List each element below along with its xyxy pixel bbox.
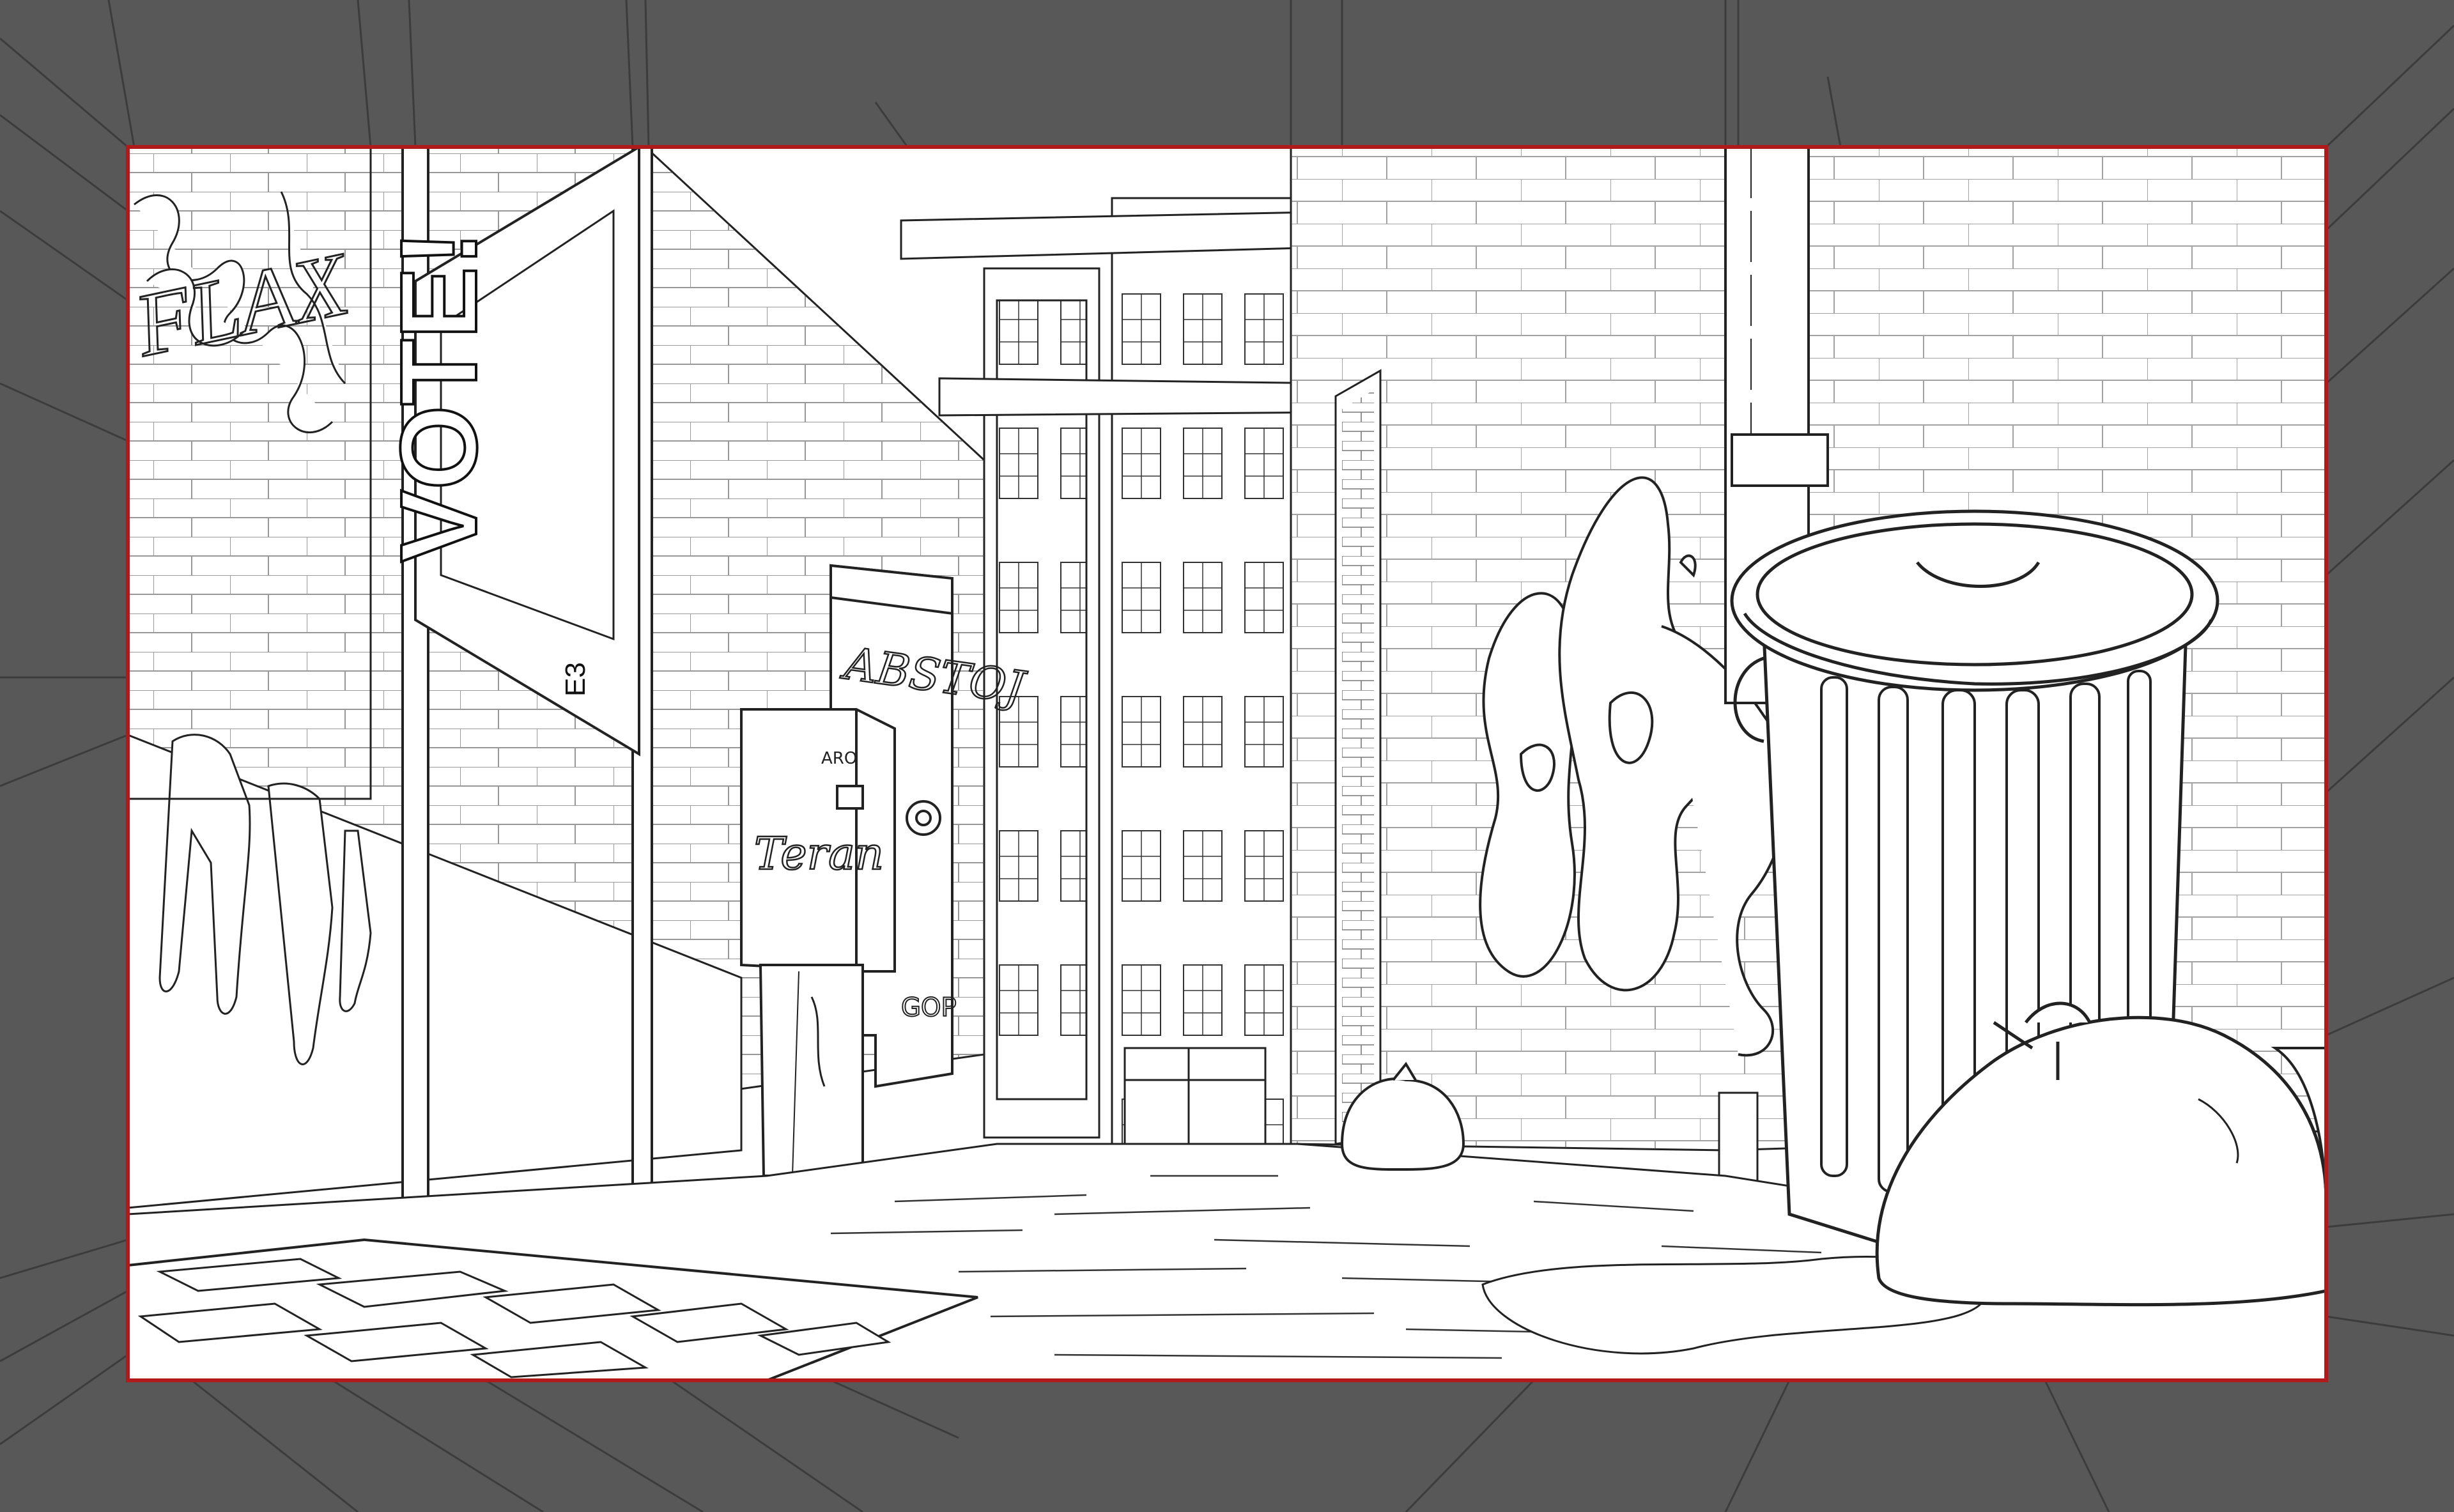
box-graffiti-tag: Teran	[754, 828, 884, 880]
box-bottom-tag: GOP	[901, 993, 957, 1022]
storyboard-frame: FLAX VOTE! E3 ABSTOJ ARO Teran GOP	[0, 0, 2454, 1512]
vote-sign-text: VOTE!	[378, 231, 500, 562]
box-small-tag: ARO	[821, 749, 857, 768]
alley-scene-drawing: FLAX VOTE! E3 ABSTOJ ARO Teran GOP	[0, 0, 2454, 1512]
background-building	[983, 197, 1299, 1145]
vote-sign-tag: E3	[560, 662, 591, 697]
wall-box	[1718, 1092, 1759, 1184]
